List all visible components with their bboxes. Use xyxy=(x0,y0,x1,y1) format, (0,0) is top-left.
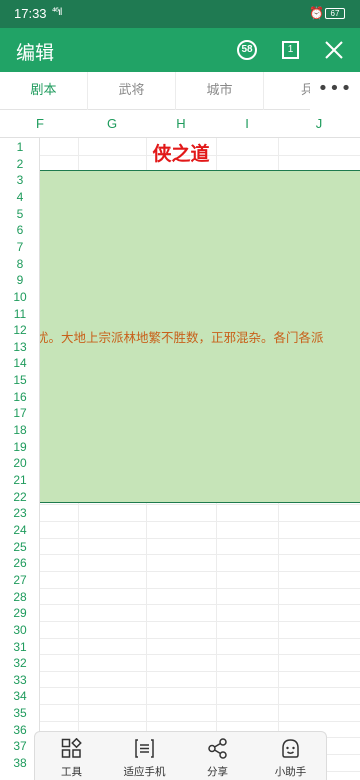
row-label[interactable]: 2 xyxy=(0,156,40,173)
row-label[interactable]: 6 xyxy=(0,222,40,239)
row-header: 1 2 3 4 5 6 7 8 9 10 11 12 13 14 15 16 17 18 19 20 21 22 23 24 2… xyxy=(0,138,40,780)
signal-icon: ⁴⁶ıl xyxy=(52,7,63,18)
row-gridline xyxy=(0,720,360,722)
row-label[interactable]: 27 xyxy=(0,572,40,589)
row-gridline xyxy=(0,537,360,539)
more-icon[interactable]: ••• xyxy=(310,72,360,110)
row-label[interactable]: 13 xyxy=(0,339,40,356)
row-gridline xyxy=(0,604,360,606)
cell-text: 忧。大地上宗派林地繁不胜数，正邪混杂。各门各派 xyxy=(40,330,324,345)
column-label[interactable]: I xyxy=(216,110,278,138)
row-label[interactable]: 4 xyxy=(0,189,40,206)
bottom-toolbar: 工具 适应手机 分享 小助手 xyxy=(34,731,327,780)
battery-icon: 67 xyxy=(325,8,345,19)
row-label[interactable]: 21 xyxy=(0,472,40,489)
tab-cities[interactable]: 城市 xyxy=(176,72,264,110)
fit-phone-icon xyxy=(135,739,154,758)
row-label[interactable]: 33 xyxy=(0,672,40,689)
row-label[interactable]: 12 xyxy=(0,322,40,339)
row-gridline xyxy=(0,554,360,556)
row-label[interactable]: 22 xyxy=(0,489,40,506)
row-gridline xyxy=(0,570,360,572)
close-icon[interactable] xyxy=(323,39,345,61)
tab-script[interactable]: 剧本 xyxy=(0,72,88,110)
row-label[interactable]: 34 xyxy=(0,688,40,705)
assistant-button[interactable]: 小助手 xyxy=(254,732,327,780)
count-badge-icon[interactable]: 58 xyxy=(237,40,257,60)
page-title: 编辑 xyxy=(16,42,55,64)
page-indicator-icon[interactable]: 1 xyxy=(282,41,299,59)
row-label[interactable]: 1 xyxy=(0,139,40,156)
row-label[interactable]: 14 xyxy=(0,355,40,372)
column-label[interactable]: H xyxy=(146,110,216,138)
assistant-icon xyxy=(282,739,299,758)
row-label[interactable]: 24 xyxy=(0,522,40,539)
share-icon xyxy=(208,738,227,759)
sheet-tabs: 剧本 武将 城市 兵 ••• xyxy=(0,72,360,110)
tools-button[interactable]: 工具 xyxy=(35,732,108,780)
row-label[interactable]: 16 xyxy=(0,389,40,406)
column-label[interactable]: J xyxy=(278,110,360,138)
row-label[interactable]: 8 xyxy=(0,256,40,273)
row-label[interactable]: 25 xyxy=(0,539,40,556)
tools-icon xyxy=(61,738,82,758)
row-label[interactable]: 28 xyxy=(0,589,40,606)
row-label[interactable]: 20 xyxy=(0,455,40,472)
app-bar: 编辑 58 1 xyxy=(0,28,360,72)
column-label[interactable]: G xyxy=(78,110,146,138)
sheet-title-cell[interactable]: 侠之道 xyxy=(77,138,285,170)
column-header: F G H I J xyxy=(0,110,360,138)
row-label[interactable]: 11 xyxy=(0,306,40,323)
fit-phone-button[interactable]: 适应手机 xyxy=(108,732,181,780)
row-label[interactable]: 15 xyxy=(0,372,40,389)
row-label[interactable]: 29 xyxy=(0,605,40,622)
row-gridline xyxy=(0,504,360,506)
row-gridline xyxy=(0,670,360,672)
assistant-label: 小助手 xyxy=(274,766,307,778)
status-time: 17:33 xyxy=(14,6,47,21)
tools-label: 工具 xyxy=(61,766,82,778)
row-gridline xyxy=(0,654,360,656)
row-label[interactable]: 30 xyxy=(0,622,40,639)
row-label[interactable]: 31 xyxy=(0,639,40,656)
row-label[interactable]: 3 xyxy=(0,172,40,189)
row-gridline xyxy=(0,637,360,639)
row-label[interactable]: 18 xyxy=(0,422,40,439)
row-label[interactable]: 32 xyxy=(0,655,40,672)
alarm-icon: ⏰ xyxy=(309,6,324,20)
status-bar: 17:33 ⁴⁶ıl ⏰ 67 xyxy=(0,0,360,28)
row-label[interactable]: 17 xyxy=(0,405,40,422)
column-label[interactable]: F xyxy=(2,110,78,138)
row-label[interactable]: 23 xyxy=(0,505,40,522)
merged-text-cell[interactable]: 忧。大地上宗派林地繁不胜数，正邪混杂。各门各派 xyxy=(40,170,360,503)
row-gridline xyxy=(0,704,360,706)
row-label[interactable]: 10 xyxy=(0,289,40,306)
row-gridline xyxy=(0,687,360,689)
fit-phone-label: 适应手机 xyxy=(123,766,166,778)
row-label[interactable]: 26 xyxy=(0,555,40,572)
share-label: 分享 xyxy=(207,766,228,778)
row-gridline xyxy=(0,587,360,589)
share-button[interactable]: 分享 xyxy=(181,732,254,780)
tab-generals[interactable]: 武将 xyxy=(88,72,176,110)
row-label[interactable]: 19 xyxy=(0,439,40,456)
row-gridline xyxy=(0,520,360,522)
row-label[interactable]: 35 xyxy=(0,705,40,722)
row-label[interactable]: 7 xyxy=(0,239,40,256)
row-gridline xyxy=(0,620,360,622)
row-label[interactable]: 9 xyxy=(0,272,40,289)
row-label[interactable]: 5 xyxy=(0,206,40,223)
